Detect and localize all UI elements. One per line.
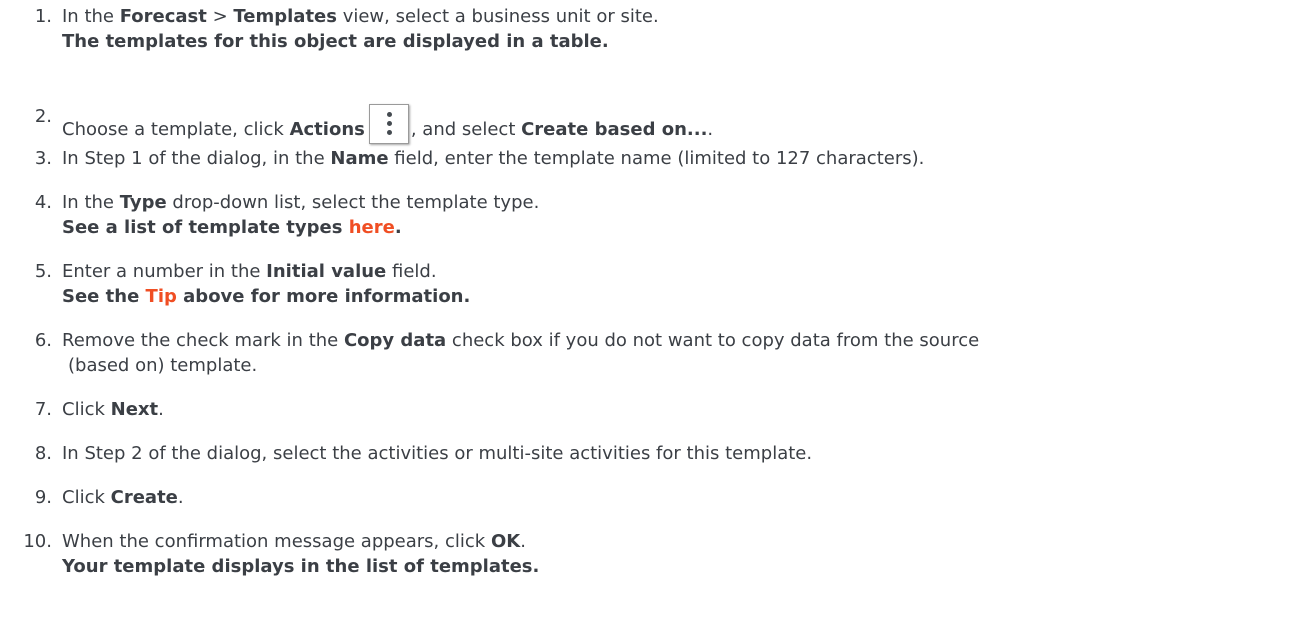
step-text: In the Type drop-down list, select the t… bbox=[62, 190, 539, 215]
step-text: Click Create. bbox=[62, 485, 184, 510]
step-text: In Step 2 of the dialog, select the acti… bbox=[62, 443, 813, 464]
text-segment: In the bbox=[62, 6, 120, 27]
text-segment: Choose a template, click bbox=[62, 119, 290, 140]
step-number: 9. bbox=[34, 487, 52, 508]
step-text: When the confirmation message appears, c… bbox=[62, 529, 526, 554]
vertical-ellipsis-icon[interactable] bbox=[368, 104, 409, 144]
step-number: 3. bbox=[34, 148, 52, 169]
text-segment: Click bbox=[62, 399, 111, 420]
step-text: In the Forecast > Templates view, select… bbox=[62, 4, 659, 29]
name-field-label: Name bbox=[330, 148, 389, 169]
next-label: Next bbox=[110, 399, 159, 420]
step-number: 7. bbox=[34, 399, 52, 420]
copy-data-label: Copy data bbox=[343, 330, 447, 351]
step-text: Remove the check mark in the Copy data c… bbox=[62, 328, 979, 353]
text-segment: . bbox=[158, 399, 164, 420]
text-segment: When the confirmation message appears, c… bbox=[62, 531, 491, 552]
step-number: 1. bbox=[34, 6, 52, 27]
text-segment: See a list of template types bbox=[62, 217, 349, 238]
text-segment: view, select a business unit or site. bbox=[336, 6, 659, 27]
step-text: Enter a number in the Initial value fiel… bbox=[62, 259, 437, 284]
create-based-on-label: Create based on... bbox=[521, 119, 708, 140]
text-segment: . bbox=[394, 217, 402, 238]
text-segment: , and select bbox=[410, 119, 522, 140]
text-segment: See the bbox=[62, 286, 146, 307]
tip-link[interactable]: Tip bbox=[146, 286, 177, 307]
text-segment: check box if you do not want to copy dat… bbox=[446, 330, 980, 351]
text-segment: field. bbox=[386, 261, 437, 282]
type-field-label: Type bbox=[119, 192, 167, 213]
text-segment: . bbox=[520, 531, 526, 552]
actions-label: Actions bbox=[289, 119, 365, 140]
text-segment: field, enter the template name (limited … bbox=[388, 148, 925, 169]
step-number: 2. bbox=[34, 106, 52, 127]
step-number: 5. bbox=[34, 261, 52, 282]
text-segment: Enter a number in the bbox=[62, 261, 267, 282]
templates-label: Templates bbox=[233, 6, 337, 27]
text-segment: drop-down list, select the template type… bbox=[166, 192, 540, 213]
step-text: Click Next. bbox=[62, 397, 164, 422]
ok-label: OK bbox=[490, 531, 521, 552]
step-text-continued: (based on) template. bbox=[68, 355, 258, 376]
forecast-label: Forecast bbox=[119, 6, 207, 27]
step-number: 10. bbox=[23, 531, 52, 552]
step-result: Your template displays in the list of te… bbox=[62, 556, 540, 577]
step-result: See a list of template types here. bbox=[62, 215, 402, 240]
text-segment: Remove the check mark in the bbox=[62, 330, 344, 351]
text-segment: . bbox=[177, 487, 184, 508]
step-result: See the Tip above for more information. bbox=[62, 284, 470, 309]
text-segment: In Step 1 of the dialog, in the bbox=[62, 148, 331, 169]
step-result: The templates for this object are displa… bbox=[62, 31, 609, 52]
text-segment: Click bbox=[62, 487, 111, 508]
text-segment: above for more information. bbox=[176, 286, 471, 307]
path-separator: > bbox=[206, 6, 234, 27]
step-number: 8. bbox=[34, 443, 52, 464]
step-number: 4. bbox=[34, 192, 52, 213]
template-types-link[interactable]: here bbox=[349, 217, 395, 238]
create-label: Create bbox=[110, 487, 178, 508]
text-segment: . bbox=[707, 119, 714, 140]
initial-value-label: Initial value bbox=[266, 261, 387, 282]
step-text: In Step 1 of the dialog, in the Name fie… bbox=[62, 146, 924, 171]
step-text: Choose a template, click Actions , and se… bbox=[62, 104, 713, 144]
text-segment: In the bbox=[62, 192, 120, 213]
step-number: 6. bbox=[34, 330, 52, 351]
